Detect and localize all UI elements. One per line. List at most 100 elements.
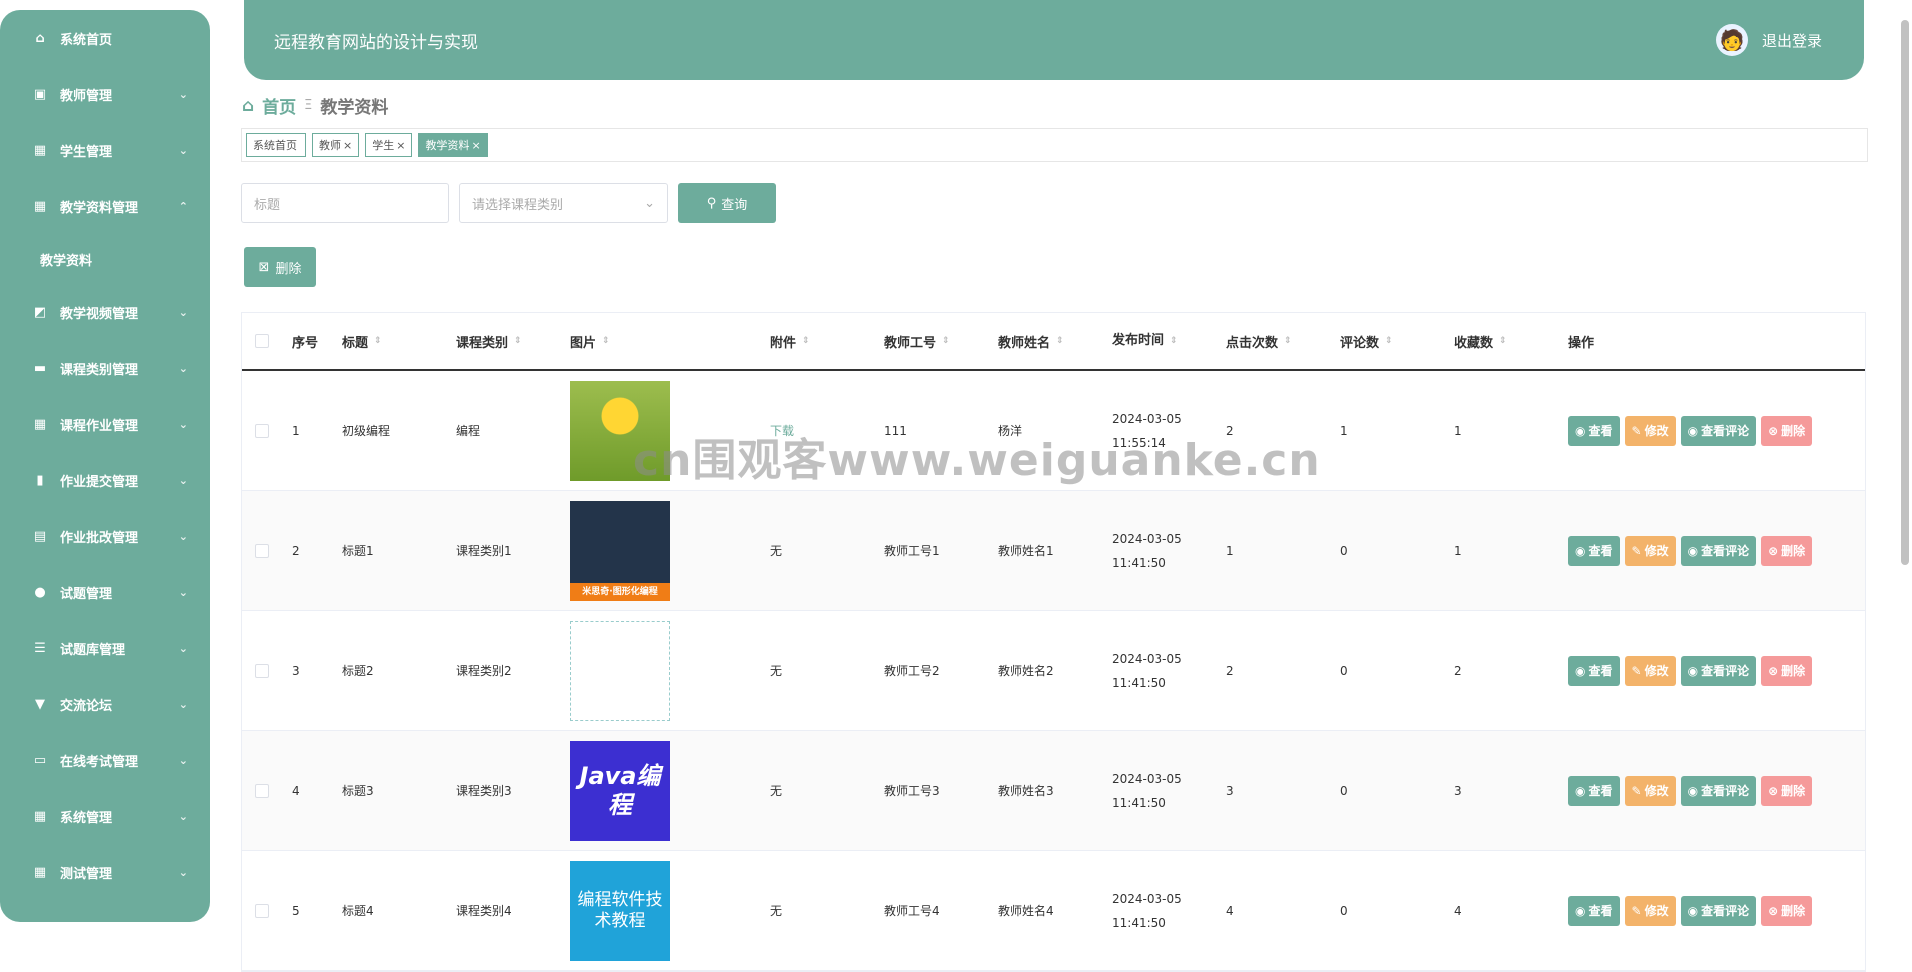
select-all-checkbox[interactable] <box>242 334 282 348</box>
thumbnail-image[interactable]: Java编程 <box>570 740 670 841</box>
sidebar-item[interactable]: ▤ 作业批改管理 ⌄ <box>0 508 210 564</box>
edit-button[interactable]: ✎ 修改 <box>1624 655 1676 686</box>
sliders-icon: ☰ <box>34 640 46 656</box>
row-checkbox[interactable] <box>242 423 282 438</box>
column-header[interactable]: 发布时间 ⇕ <box>1102 329 1216 353</box>
briefcase-icon: ▣ <box>33 86 47 102</box>
sidebar-item[interactable]: ▬ 课程类别管理 ⌄ <box>0 340 210 396</box>
breadcrumb-home[interactable]: 首页 <box>262 93 296 118</box>
edit-icon: ✎ <box>1631 423 1642 438</box>
sort-icon[interactable]: ⇕ <box>1170 329 1178 353</box>
view-comments-label: 查看评论 <box>1701 784 1750 798</box>
row-image-cell: 编程软件技术教程 <box>560 860 760 961</box>
column-header[interactable]: 附件 ⇕ <box>760 332 874 351</box>
sort-icon[interactable]: ⇕ <box>374 336 382 346</box>
sidebar-item[interactable]: ● 试题管理 ⌄ <box>0 564 210 620</box>
sidebar-item[interactable]: ⌂ 系统首页 <box>0 10 210 66</box>
page-scrollbar[interactable] <box>1901 20 1909 565</box>
column-header[interactable]: 教师姓名 ⇕ <box>988 332 1102 351</box>
breadcrumb: ⌂ 首页 Ξ 教学资料 <box>242 93 388 119</box>
sidebar-item[interactable]: ▦ 测试管理 ⌄ <box>0 844 210 900</box>
title-search-input[interactable]: 标题 <box>241 183 449 223</box>
thumbnail-image[interactable]: 米思奇·图形化编程 <box>570 500 670 601</box>
edit-button[interactable]: ✎ 修改 <box>1624 895 1676 926</box>
edit-button[interactable]: ✎ 修改 <box>1624 535 1676 566</box>
sidebar-item[interactable]: ▭ 在线考试管理 ⌄ <box>0 732 210 788</box>
view-button[interactable]: ◉ 查看 <box>1568 775 1620 806</box>
view-comments-button[interactable]: ◉ 查看评论 <box>1680 415 1757 446</box>
row-attachment: 无 <box>770 784 783 798</box>
view-comments-button[interactable]: ◉ 查看评论 <box>1680 895 1757 926</box>
close-icon[interactable]: × <box>396 139 405 152</box>
eye-icon: ◉ <box>1687 903 1699 918</box>
sidebar-item[interactable]: ▦ 教学资料管理 ⌃ <box>0 178 210 234</box>
delete-button[interactable]: ⊗ 删除 <box>1761 895 1813 926</box>
delete-button[interactable]: ⊗ 删除 <box>1761 535 1813 566</box>
nav-tag[interactable]: 学生 × <box>365 133 413 157</box>
logout-link[interactable]: 退出登录 <box>1762 30 1822 51</box>
sidebar-item[interactable]: ▼ 交流论坛 ⌄ <box>0 676 210 732</box>
column-header[interactable]: 标题 ⇕ <box>332 332 446 351</box>
view-button[interactable]: ◉ 查看 <box>1568 655 1620 686</box>
nav-tag[interactable]: 系统首页 <box>246 133 306 157</box>
row-checkbox[interactable] <box>242 663 282 678</box>
sidebar-item[interactable]: ▮ 作业提交管理 ⌄ <box>0 452 210 508</box>
row-comments: 1 <box>1340 423 1348 438</box>
query-button[interactable]: ⚲ 查询 <box>678 183 776 223</box>
column-header[interactable]: 收藏数 ⇕ <box>1444 332 1558 351</box>
sidebar-item[interactable]: ▣ 教师管理 ⌄ <box>0 66 210 122</box>
edit-button-label: 修改 <box>1644 424 1669 438</box>
sidebar-item[interactable]: ▦ 课程作业管理 ⌄ <box>0 396 210 452</box>
thumbnail-image[interactable] <box>570 620 670 721</box>
row-checkbox[interactable] <box>242 903 282 918</box>
view-comments-button[interactable]: ◉ 查看评论 <box>1680 775 1757 806</box>
column-header[interactable]: 课程类别 ⇕ <box>446 332 560 351</box>
sort-icon[interactable]: ⇕ <box>1385 336 1393 346</box>
sidebar-item[interactable]: ☰ 试题库管理 ⌄ <box>0 620 210 676</box>
sort-icon[interactable]: ⇕ <box>802 336 810 346</box>
column-header[interactable]: 图片 ⇕ <box>560 332 760 351</box>
sort-icon[interactable]: ⇕ <box>602 336 610 346</box>
home-icon[interactable]: ⌂ <box>242 96 254 116</box>
category-select[interactable]: 请选择课程类别 ⌄ <box>459 183 668 223</box>
delete-button[interactable]: ⊗ 删除 <box>1761 415 1813 446</box>
row-comments: 0 <box>1340 903 1348 918</box>
view-button[interactable]: ◉ 查看 <box>1568 535 1620 566</box>
sort-icon[interactable]: ⇕ <box>514 336 522 346</box>
view-button[interactable]: ◉ 查看 <box>1568 415 1620 446</box>
sidebar-subitem[interactable]: 教学资料 <box>0 234 210 284</box>
row-publish-time: 2024-03-05 11:41:50 <box>1112 651 1182 690</box>
eye-icon: ◉ <box>1687 663 1699 678</box>
sort-icon[interactable]: ⇕ <box>1056 336 1064 346</box>
edit-button[interactable]: ✎ 修改 <box>1624 775 1676 806</box>
edit-button[interactable]: ✎ 修改 <box>1624 415 1676 446</box>
close-icon[interactable]: × <box>471 139 480 152</box>
column-header[interactable]: 教师工号 ⇕ <box>874 332 988 351</box>
delete-button[interactable]: ⊗ 删除 <box>1761 655 1813 686</box>
nav-tag[interactable]: 教学资料 × <box>418 133 488 157</box>
sidebar-item[interactable]: ▦ 系统管理 ⌄ <box>0 788 210 844</box>
sidebar-item[interactable]: ▦ 学生管理 ⌄ <box>0 122 210 178</box>
sidebar-item[interactable]: ◩ 教学视频管理 ⌄ <box>0 284 210 340</box>
view-comments-button[interactable]: ◉ 查看评论 <box>1680 655 1757 686</box>
delete-button[interactable]: ⊗ 删除 <box>1761 775 1813 806</box>
close-icon[interactable]: × <box>343 139 352 152</box>
batch-delete-button[interactable]: ⊠ 删除 <box>244 247 316 287</box>
row-checkbox[interactable] <box>242 783 282 798</box>
sort-icon[interactable]: ⇕ <box>1499 336 1507 346</box>
column-header[interactable]: 点击次数 ⇕ <box>1216 332 1330 351</box>
row-image-cell: Java编程 <box>560 740 760 841</box>
nav-tag[interactable]: 教师 × <box>312 133 360 157</box>
row-checkbox[interactable] <box>242 543 282 558</box>
view-comments-button[interactable]: ◉ 查看评论 <box>1680 535 1757 566</box>
avatar[interactable]: 🧑 <box>1715 24 1748 56</box>
sidebar-item-label: 测试管理 <box>60 866 113 882</box>
sort-icon[interactable]: ⇕ <box>942 336 950 346</box>
column-header-label: 收藏数 <box>1454 335 1494 351</box>
column-header[interactable]: 评论数 ⇕ <box>1330 332 1444 351</box>
thumbnail-image[interactable]: 编程软件技术教程 <box>570 860 670 961</box>
row-image-cell <box>560 620 760 721</box>
sort-icon[interactable]: ⇕ <box>1284 336 1292 346</box>
view-button[interactable]: ◉ 查看 <box>1568 895 1620 926</box>
row-category: 课程类别1 <box>456 544 512 558</box>
